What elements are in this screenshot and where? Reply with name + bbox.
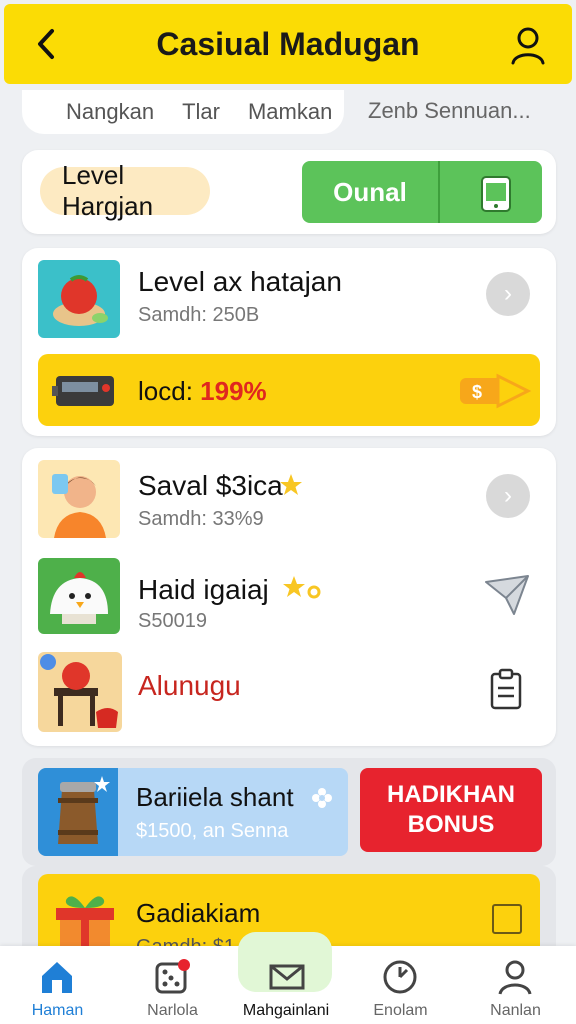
level-detail-card: Level ax hatajan Samdh: 250B › locd: 199… xyxy=(22,248,556,436)
flower-icon xyxy=(312,788,332,808)
dollar-arrow-icon[interactable]: $ xyxy=(458,368,532,414)
clock-icon xyxy=(383,960,417,994)
sparkle-icon xyxy=(283,576,321,599)
level-detail-title: Level ax hatajan xyxy=(138,266,342,297)
tab-more[interactable]: Zenb Sennuan... xyxy=(368,98,531,124)
table-tomato-thumbnail xyxy=(38,652,122,732)
promo-subtitle: $1500, an Senna xyxy=(136,820,289,842)
barrel-thumbnail xyxy=(38,768,118,856)
tab-bar: Nangkan Tlar Mamkan Zenb Sennuan... xyxy=(22,90,556,134)
ounal-button-label: Ounal xyxy=(333,176,407,207)
promo-title: Bariiela shant xyxy=(136,782,294,812)
list-item-subtitle: S50019 xyxy=(138,610,207,632)
level-card: Level Hargjan Ounal xyxy=(22,150,556,234)
hadikhan-bonus-button[interactable]: HADIKHAN BONUS xyxy=(360,768,542,852)
promo-section: Bariiela shant $1500, an Senna HADIKHAN … xyxy=(22,758,556,866)
chevron-right-icon: › xyxy=(504,482,512,509)
list-item-open-button[interactable]: › xyxy=(486,474,530,518)
bonus-button-line2: BONUS xyxy=(407,811,495,838)
device-icon xyxy=(481,176,511,212)
nav-label-mahgainlani: Mahgainlani xyxy=(242,1002,330,1019)
load-progress-value: 199% xyxy=(200,376,267,406)
app-header: Casiual Madugan xyxy=(4,4,572,84)
rewards-list-card: Saval $3ica Samdh: 33%9 › Haid igaiaj S5… xyxy=(22,448,556,746)
list-item-subtitle: Samdh: 33%9 xyxy=(138,508,264,530)
clipboard-icon[interactable] xyxy=(488,668,524,710)
promo-card[interactable]: Bariiela shant $1500, an Senna xyxy=(38,768,348,856)
tab-tlar[interactable]: Tlar xyxy=(182,99,220,125)
bonus-button-line1: HADIKHAN xyxy=(387,781,515,808)
paper-plane-icon[interactable] xyxy=(484,574,530,616)
gift-checkbox[interactable] xyxy=(492,904,522,934)
back-button[interactable] xyxy=(28,22,64,66)
person-thumbnail xyxy=(38,460,120,538)
nav-item-nanlan[interactable]: Nanlan xyxy=(458,946,573,1024)
chevron-left-icon xyxy=(38,29,54,59)
cash-register-icon xyxy=(52,376,114,406)
bottom-nav: Haman Narlola Mahgainlani Enolam Nanlan xyxy=(0,932,576,1024)
level-pill[interactable]: Level Hargjan xyxy=(40,160,210,221)
chicken-thumbnail xyxy=(38,558,120,634)
dice-icon xyxy=(155,959,190,994)
list-item-title: Haid igaiaj xyxy=(138,574,269,605)
nav-item-mahgainlani[interactable]: Mahgainlani xyxy=(236,932,351,1024)
nav-item-narlola[interactable]: Narlola xyxy=(115,946,230,1024)
tab-group: Nangkan Tlar Mamkan xyxy=(22,90,344,134)
button-divider xyxy=(438,161,440,223)
gift-title: Gadiakiam xyxy=(136,898,261,928)
tab-nangkan[interactable]: Nangkan xyxy=(66,99,154,125)
nav-label-narlola: Narlola xyxy=(147,1002,198,1019)
nav-item-enolam[interactable]: Enolam xyxy=(343,946,458,1024)
load-progress-label: locd: xyxy=(138,376,193,406)
load-progress-text: locd: 199% xyxy=(138,376,267,407)
user-icon xyxy=(511,27,545,65)
star-badge-icon xyxy=(280,474,302,495)
nav-label-nanlan: Nanlan xyxy=(490,1002,541,1019)
list-item-title: Saval $3ica xyxy=(138,470,283,501)
profile-button[interactable] xyxy=(510,26,546,66)
user-icon xyxy=(498,960,532,995)
level-detail-open-button[interactable]: › xyxy=(486,272,530,316)
nav-label-enolam: Enolam xyxy=(373,1002,428,1019)
tab-mamkan[interactable]: Mamkan xyxy=(248,99,332,125)
list-item-title: Alunugu xyxy=(138,670,241,701)
svg-text:$: $ xyxy=(472,382,482,402)
level-detail-subtitle: Samdh: 250B xyxy=(138,304,260,326)
load-progress-bar: locd: 199% $ xyxy=(38,354,540,426)
chevron-right-icon: › xyxy=(504,280,512,307)
tomato-basket-thumbnail xyxy=(38,260,120,338)
nav-label-haman: Haman xyxy=(31,1002,84,1019)
nav-item-haman[interactable]: Haman xyxy=(0,946,115,1024)
envelope-icon xyxy=(269,964,305,990)
home-icon xyxy=(42,962,72,993)
ounal-button[interactable]: Ounal xyxy=(302,161,542,223)
page-title: Casiual Madugan xyxy=(156,25,420,62)
